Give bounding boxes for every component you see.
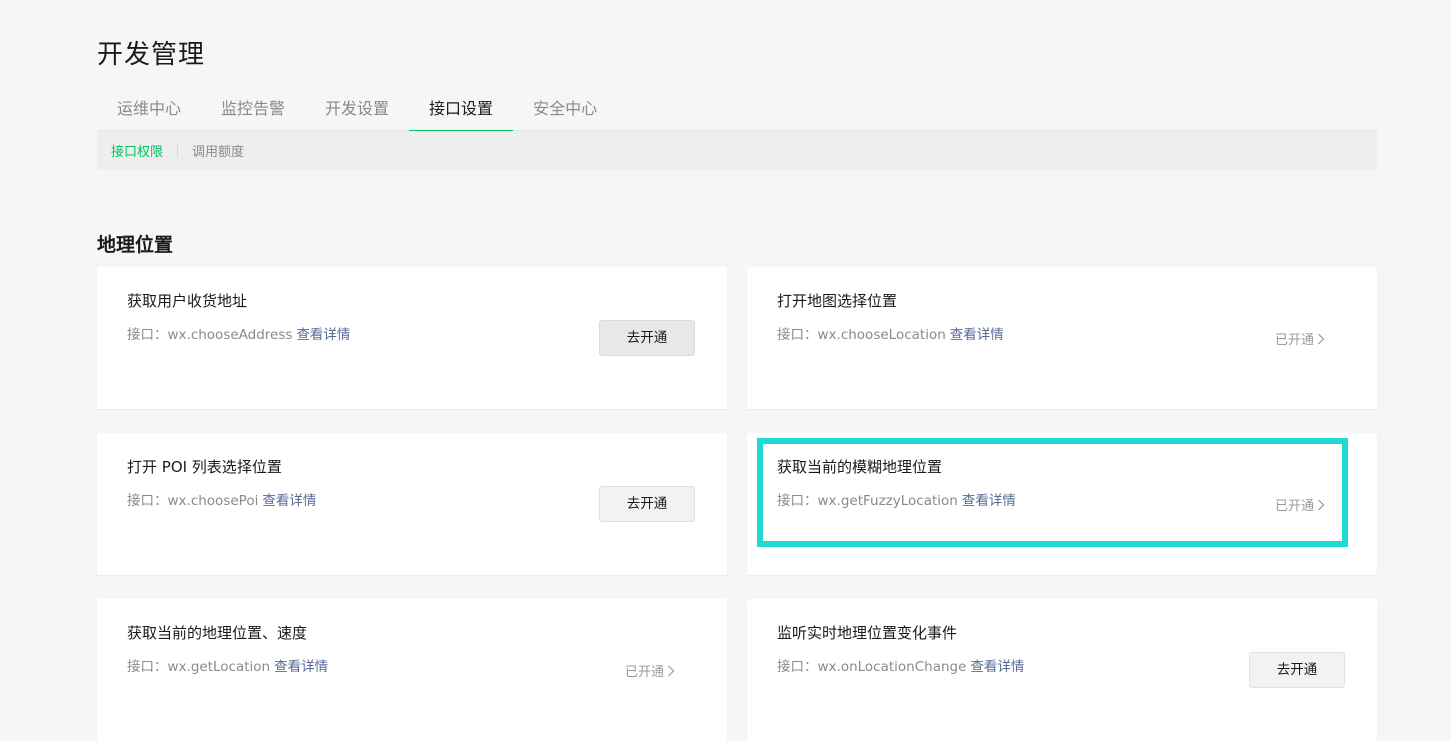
interface-label: 接口：	[127, 659, 168, 675]
opened-status-label: 已开通	[1274, 333, 1314, 348]
api-card-desc: 接口：wx.onLocationChange 查看详情	[777, 655, 1024, 675]
api-card-desc: 接口：wx.getLocation 查看详情	[127, 655, 328, 675]
chevron-right-icon	[1318, 499, 1325, 510]
interface-label: 接口：	[777, 493, 818, 509]
opened-status-link[interactable]: 已开通	[625, 661, 675, 680]
opened-status-link[interactable]: 已开通	[1275, 329, 1325, 348]
api-card-choose-address: 获取用户收货地址 接口：wx.chooseAddress 查看详情 去开通	[97, 267, 727, 409]
opened-status-link[interactable]: 已开通	[1275, 495, 1325, 514]
interface-label: 接口：	[127, 327, 168, 343]
api-name: wx.chooseLocation	[817, 327, 946, 343]
view-details-link[interactable]: 查看详情	[950, 327, 1004, 343]
subtab-api-permissions[interactable]: 接口权限	[111, 141, 163, 160]
view-details-link[interactable]: 查看详情	[262, 493, 316, 509]
api-card-choose-location: 打开地图选择位置 接口：wx.chooseLocation 查看详情 已开通	[747, 267, 1377, 409]
chevron-right-icon	[668, 665, 675, 676]
main-tabs: 运维中心 监控告警 开发设置 接口设置 安全中心	[97, 90, 1377, 132]
tab-api-settings[interactable]: 接口设置	[409, 90, 514, 132]
view-details-link[interactable]: 查看详情	[970, 659, 1024, 675]
view-details-link[interactable]: 查看详情	[274, 659, 328, 675]
enable-button[interactable]: 去开通	[599, 486, 695, 522]
view-details-link[interactable]: 查看详情	[296, 327, 350, 343]
subtab-divider	[177, 143, 179, 158]
api-card-get-location: 获取当前的地理位置、速度 接口：wx.getLocation 查看详情 已开通	[97, 599, 727, 741]
api-card-desc: 接口：wx.getFuzzyLocation 查看详情	[777, 489, 1016, 509]
api-card-choose-poi: 打开 POI 列表选择位置 接口：wx.choosePoi 查看详情 去开通	[97, 433, 727, 575]
api-name: wx.choosePoi	[167, 493, 259, 509]
api-card-desc: 接口：wx.chooseLocation 查看详情	[777, 323, 1004, 343]
tab-security-center[interactable]: 安全中心	[513, 90, 617, 131]
api-card-title: 打开 POI 列表选择位置	[127, 458, 282, 476]
api-name: wx.getFuzzyLocation	[817, 493, 958, 509]
chevron-right-icon	[1318, 333, 1325, 344]
page-title: 开发管理	[97, 40, 206, 70]
opened-status-label: 已开通	[1274, 499, 1314, 514]
api-name: wx.getLocation	[167, 659, 271, 675]
tab-ops-center[interactable]: 运维中心	[97, 90, 201, 131]
api-card-desc: 接口：wx.choosePoi 查看详情	[127, 489, 316, 509]
enable-button[interactable]: 去开通	[1249, 652, 1345, 688]
enable-button[interactable]: 去开通	[599, 320, 695, 356]
api-name: wx.onLocationChange	[817, 659, 967, 675]
tab-dev-settings[interactable]: 开发设置	[305, 90, 409, 131]
api-card-title: 获取当前的模糊地理位置	[777, 458, 943, 476]
api-card-title: 获取当前的地理位置、速度	[127, 624, 308, 642]
api-card-on-location-change: 监听实时地理位置变化事件 接口：wx.onLocationChange 查看详情 …	[747, 599, 1377, 741]
api-card-desc: 接口：wx.chooseAddress 查看详情	[127, 323, 350, 343]
opened-status-label: 已开通	[624, 665, 664, 680]
api-card-title: 获取用户收货地址	[127, 292, 248, 310]
tab-monitoring-alerts[interactable]: 监控告警	[201, 90, 305, 131]
view-details-link[interactable]: 查看详情	[962, 493, 1016, 509]
section-title: 地理位置	[97, 234, 174, 256]
interface-label: 接口：	[777, 659, 818, 675]
sub-tabs: 接口权限 调用额度	[97, 131, 1377, 170]
api-card-get-fuzzy-location: 获取当前的模糊地理位置 接口：wx.getFuzzyLocation 查看详情 已…	[747, 433, 1377, 575]
api-name: wx.chooseAddress	[167, 327, 293, 343]
api-card-title: 打开地图选择位置	[777, 292, 898, 310]
subtab-call-quota[interactable]: 调用额度	[192, 141, 244, 160]
api-card-title: 监听实时地理位置变化事件	[777, 624, 958, 642]
interface-label: 接口：	[127, 493, 168, 509]
interface-label: 接口：	[777, 327, 818, 343]
